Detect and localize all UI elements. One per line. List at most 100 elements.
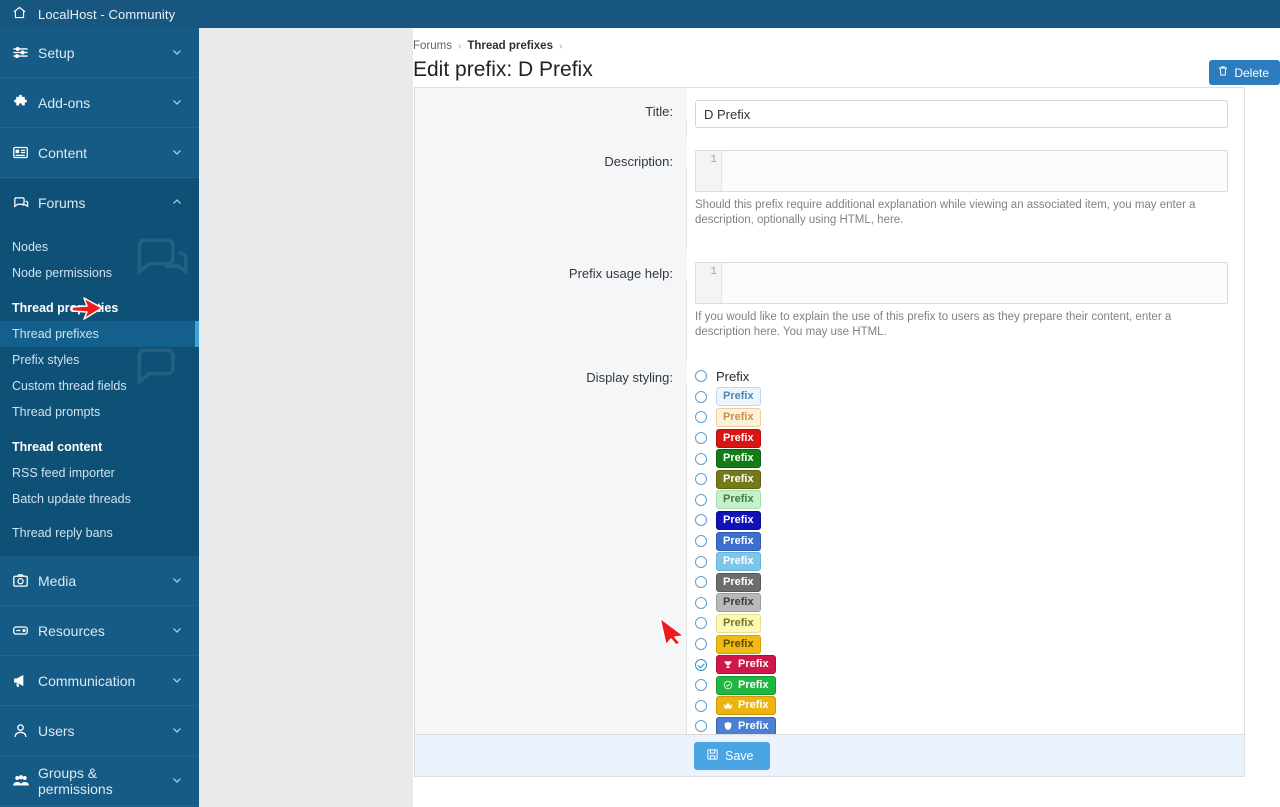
home-icon bbox=[12, 5, 27, 23]
sidebar-group-label: Media bbox=[38, 572, 77, 589]
sidebar-group-media[interactable]: Media bbox=[0, 556, 199, 606]
sidebar-item-thread-prefixes[interactable]: Thread prefixes bbox=[0, 321, 199, 347]
radio-plain[interactable] bbox=[695, 370, 707, 383]
display-styling-option-royal-blue[interactable]: Prefix bbox=[695, 531, 1229, 552]
radio-navy[interactable] bbox=[695, 514, 707, 527]
display-styling-option-red[interactable]: Prefix bbox=[695, 428, 1229, 449]
sidebar-item-label: Nodes bbox=[12, 240, 49, 254]
sidebar-item-label: RSS feed importer bbox=[12, 466, 115, 480]
radio-pale-yellow[interactable] bbox=[695, 617, 707, 630]
radio-crimson-trophy[interactable] bbox=[695, 658, 707, 671]
radio-gold-crown[interactable] bbox=[695, 699, 707, 712]
chevron-down-icon bbox=[171, 573, 185, 589]
prefix-badge-light-gray: Prefix bbox=[716, 593, 761, 613]
prefix-usage-help-editor[interactable]: 1 bbox=[695, 262, 1228, 304]
radio-red[interactable] bbox=[695, 432, 707, 445]
display-styling-option-dark-gray[interactable]: Prefix bbox=[695, 572, 1229, 593]
display-styling-option-light-orange[interactable]: Prefix bbox=[695, 407, 1229, 428]
sidebar-item-thread-prompts[interactable]: Thread prompts bbox=[0, 399, 199, 425]
prefix-badge-label: Prefix bbox=[723, 431, 754, 444]
chevron-down-icon bbox=[171, 45, 185, 61]
display-styling-option-light-blue[interactable]: Prefix bbox=[695, 387, 1229, 408]
sidebar-group-resources[interactable]: Resources bbox=[0, 606, 199, 656]
camera-icon bbox=[12, 572, 38, 589]
sidebar-item-node-permissions[interactable]: Node permissions bbox=[0, 260, 199, 286]
sidebar-item-label: Thread prompts bbox=[12, 405, 101, 419]
puzzle-icon bbox=[12, 94, 38, 111]
sidebar-item-rss-feed-importer[interactable]: RSS feed importer bbox=[0, 460, 199, 486]
display-styling-option-sky-blue[interactable]: Prefix bbox=[695, 551, 1229, 572]
radio-gold[interactable] bbox=[695, 638, 707, 651]
prefix-badge-light-orange: Prefix bbox=[716, 407, 761, 427]
delete-button[interactable]: Delete bbox=[1209, 60, 1280, 85]
radio-light-blue[interactable] bbox=[695, 390, 707, 403]
sidebar-item-label: Prefix styles bbox=[12, 353, 80, 367]
sidebar-item-batch-update-threads[interactable]: Batch update threads bbox=[0, 486, 199, 512]
prefix-badge-gold: Prefix bbox=[716, 634, 761, 654]
prefix-badge-navy: Prefix bbox=[716, 510, 761, 530]
sidebar-item-nodes[interactable]: Nodes bbox=[0, 234, 199, 260]
prefix-badge-label: Prefix bbox=[723, 616, 754, 629]
description-editor[interactable]: 1 bbox=[695, 150, 1228, 192]
sidebar-group-groups-permissions[interactable]: Groups & permissions bbox=[0, 756, 199, 806]
top-bar: LocalHost - Community bbox=[0, 0, 1280, 28]
display-styling-option-green-circle[interactable]: Prefix bbox=[695, 675, 1229, 696]
display-styling-option-light-gray[interactable]: Prefix bbox=[695, 593, 1229, 614]
prefix-badge-label: Prefix bbox=[723, 390, 754, 403]
prefix-badge-sky-blue: Prefix bbox=[716, 552, 761, 572]
display-styling-option-green[interactable]: Prefix bbox=[695, 448, 1229, 469]
sidebar-group-add-ons[interactable]: Add-ons bbox=[0, 78, 199, 128]
radio-blue-shield[interactable] bbox=[695, 720, 707, 733]
prefix-usage-help-textarea[interactable] bbox=[722, 263, 1227, 303]
radio-light-gray[interactable] bbox=[695, 596, 707, 609]
user-icon bbox=[12, 722, 38, 739]
sidebar-header-label: Thread content bbox=[12, 440, 103, 454]
sidebar-group-label: Add-ons bbox=[38, 94, 91, 111]
radio-green[interactable] bbox=[695, 452, 707, 465]
home-button[interactable] bbox=[0, 5, 38, 23]
breadcrumb-item-thread-prefixes[interactable]: Thread prefixes bbox=[467, 40, 553, 52]
sidebar-group-label: Resources bbox=[38, 622, 105, 639]
radio-dark-gray[interactable] bbox=[695, 576, 707, 589]
sidebar-item-custom-thread-fields[interactable]: Custom thread fields bbox=[0, 373, 199, 399]
display-styling-option-blue-shield[interactable]: Prefix bbox=[695, 716, 1229, 734]
sidebar-item-thread-reply-bans[interactable]: Thread reply bans bbox=[0, 520, 199, 546]
display-styling-label: Display styling: bbox=[415, 362, 687, 385]
sidebar-forums-submenu: Nodes Node permissions Thread properties… bbox=[0, 228, 199, 556]
save-button[interactable]: Save bbox=[694, 741, 770, 770]
display-styling-option-navy[interactable]: Prefix bbox=[695, 510, 1229, 531]
sidebar-item-label: Thread reply bans bbox=[12, 526, 113, 540]
save-disk-icon bbox=[706, 748, 719, 764]
sidebar-item-prefix-styles[interactable]: Prefix styles bbox=[0, 347, 199, 373]
title-input[interactable] bbox=[695, 100, 1228, 128]
radio-olive[interactable] bbox=[695, 473, 707, 486]
display-styling-option-plain[interactable]: Prefix bbox=[695, 366, 1229, 387]
display-styling-option-pale-yellow[interactable]: Prefix bbox=[695, 613, 1229, 634]
sidebar-item-label: Custom thread fields bbox=[12, 379, 127, 393]
sidebar-group-forums[interactable]: Forums bbox=[0, 178, 199, 228]
sidebar-group-users[interactable]: Users bbox=[0, 706, 199, 756]
sidebar-group-communication[interactable]: Communication bbox=[0, 656, 199, 706]
display-styling-option-mint[interactable]: Prefix bbox=[695, 490, 1229, 511]
radio-royal-blue[interactable] bbox=[695, 535, 707, 548]
chevron-down-icon bbox=[171, 95, 185, 111]
sidebar-group-content[interactable]: Content bbox=[0, 128, 199, 178]
sidebar-group-label: Setup bbox=[38, 44, 75, 61]
radio-sky-blue[interactable] bbox=[695, 555, 707, 568]
sliders-icon bbox=[12, 44, 38, 61]
display-styling-option-crimson-trophy[interactable]: Prefix bbox=[695, 654, 1229, 675]
sidebar-group-label: Groups & permissions bbox=[38, 764, 113, 797]
prefix-badge-label: Prefix bbox=[723, 596, 754, 609]
sidebar-group-setup[interactable]: Setup bbox=[0, 28, 199, 78]
display-styling-option-olive[interactable]: Prefix bbox=[695, 469, 1229, 490]
description-textarea[interactable] bbox=[722, 151, 1227, 191]
breadcrumb-item-forums[interactable]: Forums bbox=[413, 40, 452, 52]
radio-light-orange[interactable] bbox=[695, 411, 707, 424]
prefix-badge-olive: Prefix bbox=[716, 469, 761, 489]
display-styling-option-gold[interactable]: Prefix bbox=[695, 634, 1229, 655]
radio-green-circle[interactable] bbox=[695, 679, 707, 692]
forums-icon bbox=[12, 195, 38, 212]
radio-mint[interactable] bbox=[695, 493, 707, 506]
display-styling-option-gold-crown[interactable]: Prefix bbox=[695, 696, 1229, 717]
